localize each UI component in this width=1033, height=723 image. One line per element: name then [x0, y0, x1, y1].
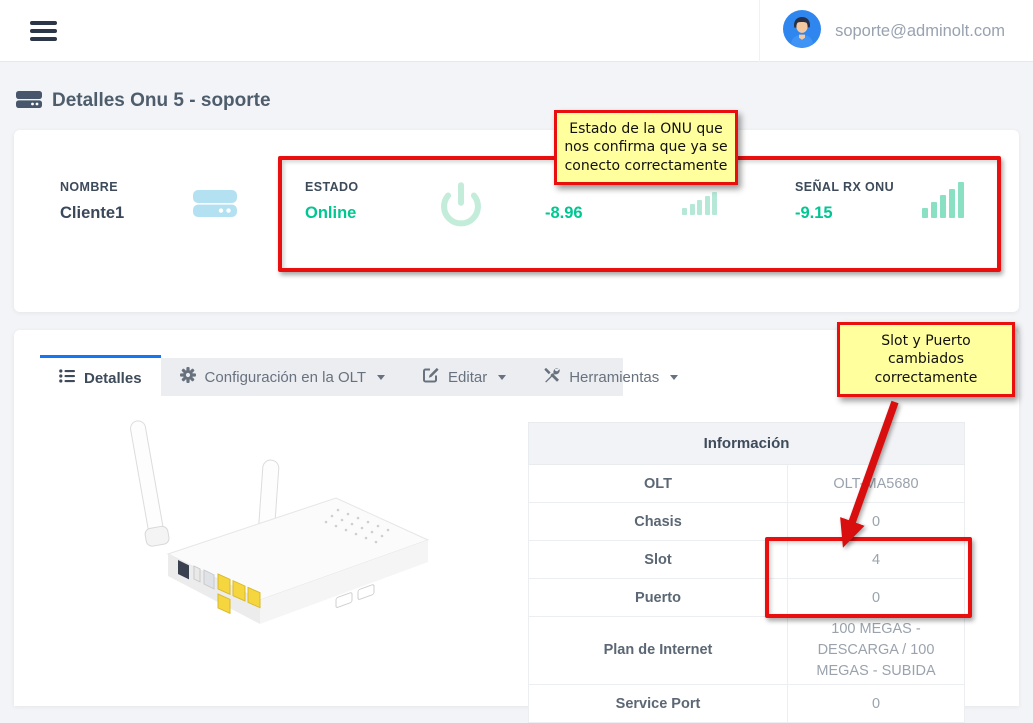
user-avatar [782, 9, 822, 54]
row-label: OLT [529, 465, 788, 503]
top-bar: soporte@adminolt.com [0, 0, 1033, 62]
row-label: Chasis [529, 503, 788, 541]
tab-herramientas[interactable]: Herramientas [525, 358, 697, 396]
hamburger-menu-icon[interactable] [30, 19, 57, 43]
stat-label: NOMBRE [60, 180, 124, 195]
tab-editar[interactable]: Editar [404, 358, 525, 396]
row-label: Puerto [529, 579, 788, 617]
annotation-note-estado: Estado de la ONU que nos confirma que ya… [554, 110, 738, 185]
row-value: 100 MEGAS - DESCARGA / 100 MEGAS - SUBID… [788, 617, 965, 685]
page-root: soporte@adminolt.com Detalles Onu 5 - so… [0, 0, 1033, 706]
page-title: Detalles Onu 5 - soporte [16, 88, 271, 114]
tools-icon [544, 367, 560, 387]
tab-strip: Detalles [40, 358, 623, 396]
row-label: Slot [529, 541, 788, 579]
chevron-down-icon [377, 375, 385, 380]
table-row: Service Port 0 [529, 685, 965, 723]
stat-nombre: NOMBRE Cliente1 [60, 180, 124, 223]
annotation-arrow [808, 398, 918, 550]
row-label: Plan de Internet [529, 617, 788, 685]
row-label: Service Port [529, 685, 788, 723]
device-icon [191, 186, 239, 225]
user-menu[interactable]: soporte@adminolt.com [759, 0, 1033, 62]
tab-detalles[interactable]: Detalles [40, 355, 161, 398]
onu-device-icon [16, 88, 42, 114]
chevron-down-icon [498, 375, 506, 380]
list-icon [59, 369, 75, 387]
tab-configuracion-olt[interactable]: Configuración en la OLT [161, 358, 404, 396]
row-value: 0 [788, 685, 965, 723]
edit-icon [423, 367, 439, 387]
table-row: Plan de Internet 100 MEGAS - DESCARGA / … [529, 617, 965, 685]
stat-value: Cliente1 [60, 204, 124, 223]
gear-icon [180, 367, 196, 387]
user-email: soporte@adminolt.com [835, 22, 1005, 41]
annotation-note-slot: Slot y Puerto cambiados correctamente [837, 322, 1015, 397]
chevron-down-icon [670, 375, 678, 380]
router-image [96, 402, 436, 652]
